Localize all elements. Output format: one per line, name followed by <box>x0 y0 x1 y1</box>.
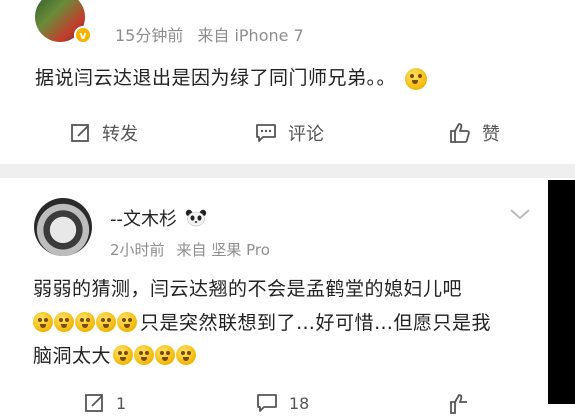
divider <box>0 164 575 178</box>
post-text: 据说闫云达退出是因为绿了同门师兄弟。。 <box>35 63 428 90</box>
right-edge-bar <box>548 180 575 404</box>
comment-button[interactable]: 评论 <box>254 120 324 146</box>
like-label: 赞 <box>482 124 500 145</box>
emoji-icon <box>113 344 134 365</box>
like-button[interactable]: 赞 <box>448 120 500 146</box>
thumbs-up-icon <box>450 123 470 143</box>
comment-icon <box>256 124 276 142</box>
post-text-line: 只是突然联想到了…好可惜…但愿只是我 <box>33 308 491 335</box>
repost-label: 转发 <box>102 124 138 145</box>
post-source[interactable]: 来自 坚果 Pro <box>177 239 270 260</box>
comment-button[interactable]: 18 <box>255 392 309 414</box>
comment-icon <box>257 394 277 412</box>
emoji-icon <box>33 311 53 332</box>
emoji-icon <box>134 344 155 365</box>
emoji-icon <box>176 344 197 365</box>
emoji-icon <box>96 311 116 332</box>
repost-button[interactable]: 1 <box>84 392 126 414</box>
post-time: 15分钟前 <box>115 26 184 45</box>
username[interactable]: --文木杉 <box>110 205 177 231</box>
repost-icon <box>71 124 89 142</box>
chevron-down-icon[interactable] <box>508 206 532 222</box>
emoji-icon <box>75 311 95 332</box>
comment-label: 评论 <box>288 124 324 145</box>
like-button[interactable] <box>448 392 472 416</box>
repost-icon <box>85 394 103 412</box>
verified-badge-icon: v <box>74 26 92 44</box>
repost-count: 1 <box>116 393 127 413</box>
post-text-line: 弱弱的猜测，闫云达翘的不会是孟鹤堂的媳妇儿吧 <box>33 278 463 300</box>
emoji-icon <box>155 344 176 365</box>
comment-count: 18 <box>289 393 310 413</box>
emoji-icon <box>117 311 137 332</box>
thumbs-up-icon <box>450 394 467 414</box>
post-time: 2小时前 <box>110 241 165 259</box>
emoji-icon <box>404 67 427 90</box>
repost-button[interactable]: 转发 <box>70 120 138 146</box>
post-source[interactable]: 来自 iPhone 7 <box>197 22 303 46</box>
avatar[interactable] <box>34 198 92 256</box>
emoji-icon <box>54 311 74 332</box>
post-text-line: 脑洞太大 <box>33 341 197 368</box>
panda-icon <box>185 209 207 227</box>
